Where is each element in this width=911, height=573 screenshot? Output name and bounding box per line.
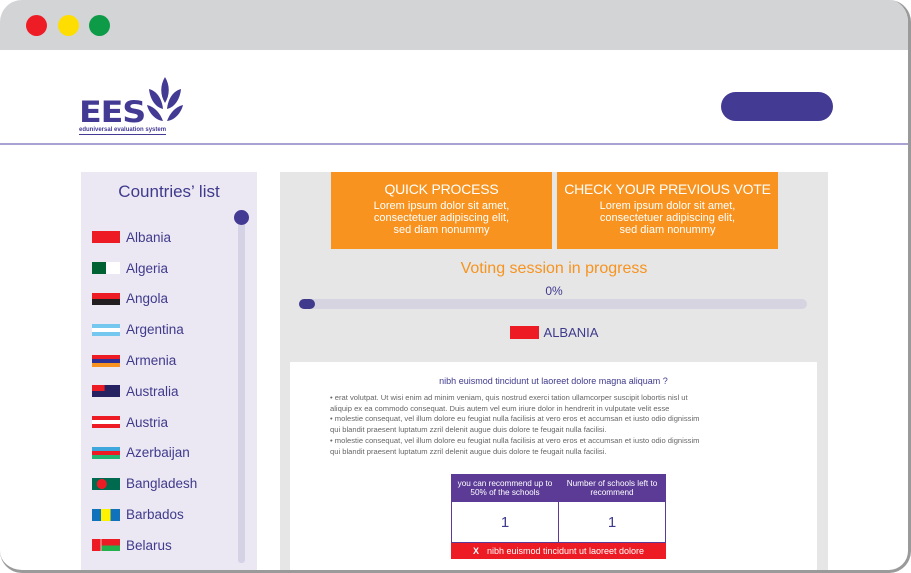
country-name: Austria bbox=[126, 414, 169, 430]
schools-left-value: 1 bbox=[558, 501, 666, 543]
algeria-flag-icon bbox=[92, 262, 120, 275]
ees-logo[interactable]: EES eduniversal evaluation system bbox=[79, 75, 189, 137]
quick-process-title: QUICK PROCESS bbox=[384, 181, 499, 197]
question-body: • erat volutpat. Ut wisi enim ad minim v… bbox=[330, 393, 780, 457]
sidebar-scroll-thumb[interactable] bbox=[234, 210, 249, 225]
barbados-flag-icon bbox=[92, 508, 120, 521]
session-status-title: Voting session in progress bbox=[460, 260, 648, 277]
country-name: Bangladesh bbox=[126, 476, 198, 492]
country-item-angola[interactable]: Angola bbox=[92, 284, 232, 315]
check-previous-vote-title: CHECK YOUR PREVIOUS VOTE bbox=[564, 181, 771, 197]
title-bar bbox=[0, 0, 908, 50]
country-item-armenia[interactable]: Armenia bbox=[92, 345, 232, 376]
country-name: Armenia bbox=[126, 353, 177, 369]
body-line: • molestie consequat, vel illum dolore e… bbox=[330, 414, 700, 424]
country-name: Australia bbox=[126, 383, 179, 399]
body-line: qui blandit praesent luptatum zzril dele… bbox=[330, 425, 607, 435]
selected-country: ALBANIA bbox=[280, 325, 828, 340]
selected-country-name: ALBANIA bbox=[543, 325, 599, 340]
description-line: consectetuer adipiscing elit, bbox=[373, 212, 510, 224]
check-previous-vote-card[interactable]: CHECK YOUR PREVIOUS VOTE Lorem ipsum dol… bbox=[557, 172, 778, 249]
table-header-row: you can recommend up to 50% of the schoo… bbox=[451, 474, 666, 502]
check-previous-vote-description: Lorem ipsum dolor sit amet, consectetuer… bbox=[557, 200, 778, 236]
angola-flag-icon bbox=[92, 292, 120, 305]
quick-process-description: Lorem ipsum dolor sit amet, consectetuer… bbox=[331, 200, 552, 236]
country-item-australia[interactable]: Australia bbox=[92, 376, 232, 407]
description-line: sed diam nonummy bbox=[393, 224, 490, 236]
country-name: Argentina bbox=[126, 322, 184, 338]
recommend-limit-value: 1 bbox=[451, 501, 559, 543]
header-action-button[interactable] bbox=[721, 92, 833, 121]
country-name: Algeria bbox=[126, 260, 169, 276]
close-x-icon[interactable]: X bbox=[473, 546, 479, 556]
recommend-limit-header: you can recommend up to 50% of the schoo… bbox=[451, 474, 559, 502]
country-name: Angola bbox=[126, 291, 169, 307]
country-item-albania[interactable]: Albania bbox=[92, 222, 232, 253]
description-line: Lorem ipsum dolor sit amet, bbox=[599, 200, 736, 212]
maximize-window-button[interactable] bbox=[89, 15, 110, 36]
azerbaijan-flag-icon bbox=[92, 446, 120, 459]
logo-subtitle: eduniversal evaluation system bbox=[79, 127, 167, 135]
logo-wordmark: EES bbox=[79, 95, 146, 129]
country-item-austria[interactable]: Austria bbox=[92, 407, 232, 438]
country-name: Azerbaijan bbox=[126, 445, 190, 461]
country-item-algeria[interactable]: Algeria bbox=[92, 253, 232, 284]
body-line: aliquip ex ea commodo consequat. Duis au… bbox=[330, 403, 670, 413]
site-header: EES eduniversal evaluation system bbox=[0, 50, 908, 145]
quick-process-card[interactable]: QUICK PROCESS Lorem ipsum dolor sit amet… bbox=[331, 172, 552, 249]
progress-percentage: 0% bbox=[545, 284, 563, 298]
country-item-argentina[interactable]: Argentina bbox=[92, 314, 232, 345]
country-item-barbados[interactable]: Barbados bbox=[92, 499, 232, 530]
sidebar-scrollbar[interactable] bbox=[238, 217, 245, 563]
body-line: qui blandit praesent luptatum zzril dele… bbox=[330, 446, 607, 456]
australia-flag-icon bbox=[92, 385, 120, 398]
armenia-flag-icon bbox=[92, 354, 120, 367]
description-line: consectetuer adipiscing elit, bbox=[599, 212, 736, 224]
wheat-leaves-icon bbox=[147, 77, 183, 121]
sidebar-title: Countries’ list bbox=[118, 182, 220, 201]
albania-flag-icon bbox=[92, 231, 120, 244]
country-item-azerbaijan[interactable]: Azerbaijan bbox=[92, 438, 232, 469]
country-item-bangladesh[interactable]: Bangladesh bbox=[92, 468, 232, 499]
close-window-button[interactable] bbox=[26, 15, 47, 36]
country-name: Belarus bbox=[126, 537, 172, 553]
progress-bar-fill bbox=[299, 299, 315, 309]
country-name: Albania bbox=[126, 229, 172, 245]
browser-window: EES eduniversal evaluation system Countr… bbox=[0, 0, 911, 573]
albania-flag-icon bbox=[509, 326, 539, 339]
minimize-window-button[interactable] bbox=[58, 15, 79, 36]
error-text: nibh euismod tincidunt ut laoreet dolore bbox=[486, 546, 645, 556]
question-panel: nibh euismod tincidunt ut laoreet dolore… bbox=[290, 362, 817, 570]
description-line: sed diam nonummy bbox=[619, 224, 716, 236]
argentina-flag-icon bbox=[92, 323, 120, 336]
progress-bar bbox=[299, 299, 807, 309]
schools-left-header: Number of schools left to recommend bbox=[558, 474, 666, 502]
table-row: 1 1 bbox=[451, 501, 666, 543]
country-list: Albania Algeria Angola Argentina Armenia Aust… bbox=[92, 222, 232, 561]
belarus-flag-icon bbox=[92, 539, 120, 552]
bangladesh-flag-icon bbox=[92, 477, 120, 490]
country-item-belarus[interactable]: Belarus bbox=[92, 530, 232, 561]
austria-flag-icon bbox=[92, 416, 120, 429]
recommendation-table: you can recommend up to 50% of the schoo… bbox=[451, 474, 666, 543]
countries-sidebar: Countries’ list Albania Algeria Angola Arge… bbox=[81, 172, 257, 570]
country-name: Barbados bbox=[126, 507, 184, 523]
description-line: Lorem ipsum dolor sit amet, bbox=[373, 200, 510, 212]
body-line: • molestie consequat, vel illum dolore e… bbox=[330, 435, 700, 445]
error-message: X nibh euismod tincidunt ut laoreet dolo… bbox=[451, 543, 666, 559]
question-heading: nibh euismod tincidunt ut laoreet dolore… bbox=[439, 376, 668, 386]
voting-panel: QUICK PROCESS Lorem ipsum dolor sit amet… bbox=[280, 172, 828, 570]
body-line: • erat volutpat. Ut wisi enim ad minim v… bbox=[330, 393, 688, 402]
